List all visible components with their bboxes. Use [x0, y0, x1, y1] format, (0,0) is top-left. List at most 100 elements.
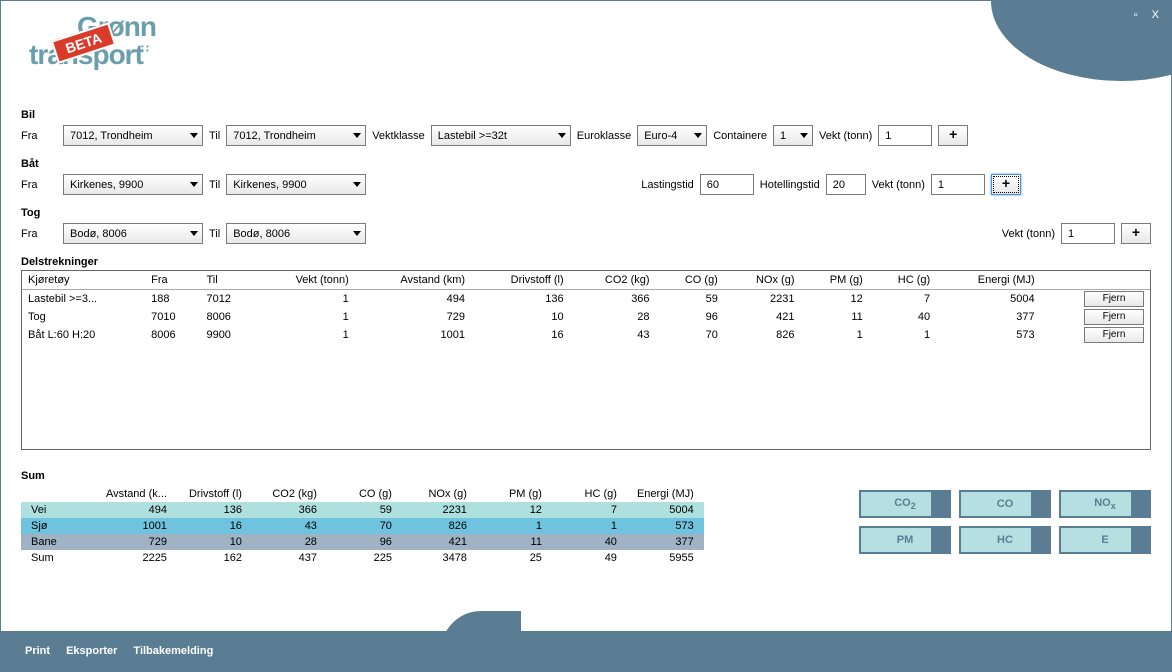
sum-cell: 494 — [96, 502, 177, 518]
bat-row: Fra Kirkenes, 9900 Til Kirkenes, 9900 La… — [21, 174, 1151, 195]
tog-til-select[interactable]: Bodø, 8006 — [226, 223, 366, 244]
close-icon[interactable]: X — [1152, 9, 1159, 21]
emission-button-hc[interactable]: HC — [959, 526, 1051, 554]
app-logo: Grønn transport • •• • BETA — [29, 9, 199, 89]
table-cell: 5004 — [936, 290, 1040, 309]
emission-label: CO — [997, 498, 1014, 510]
sum-cell: 49 — [552, 550, 627, 566]
sum-col-header: CO (g) — [327, 486, 402, 502]
del-col-header[interactable]: NOx (g) — [724, 271, 801, 290]
tog-fra-select[interactable]: Bodø, 8006 — [63, 223, 203, 244]
emission-fill — [1131, 492, 1149, 516]
bat-lastingstid-input[interactable] — [700, 174, 754, 195]
sum-col-header: PM (g) — [477, 486, 552, 502]
del-col-header[interactable] — [1041, 271, 1150, 290]
emission-button-co2[interactable]: CO2 — [859, 490, 951, 518]
sum-row-label: Vei — [21, 502, 96, 518]
table-cell: 729 — [355, 308, 471, 326]
tog-fra-label: Fra — [21, 228, 57, 240]
bil-vekt-input[interactable] — [878, 125, 932, 146]
sum-cell: 377 — [627, 534, 704, 550]
print-button[interactable]: Print — [25, 645, 50, 657]
del-col-header[interactable]: CO (g) — [656, 271, 724, 290]
bat-vekt-input[interactable] — [931, 174, 985, 195]
logo-dots: • •• • — [141, 45, 149, 53]
table-cell: 10 — [471, 308, 570, 326]
sum-cell: 437 — [252, 550, 327, 566]
sum-cell: 225 — [327, 550, 402, 566]
sum-cell: 421 — [402, 534, 477, 550]
del-col-header[interactable]: Vekt (tonn) — [256, 271, 355, 290]
emission-label: E — [1101, 534, 1108, 546]
sum-col-header: Energi (MJ) — [627, 486, 704, 502]
eksporter-button[interactable]: Eksporter — [66, 645, 117, 657]
bil-vektklasse-label: Vektklasse — [372, 130, 425, 142]
table-cell: 2231 — [724, 290, 801, 309]
table-cell: 1 — [256, 290, 355, 309]
bil-containere-select[interactable]: 1 — [773, 125, 813, 146]
sum-cell: 5955 — [627, 550, 704, 566]
fjern-button[interactable]: Fjern — [1084, 327, 1144, 343]
bat-add-button[interactable]: + — [991, 174, 1021, 195]
sum-col-header: CO2 (kg) — [252, 486, 327, 502]
delstrekninger-label: Delstrekninger — [21, 256, 1151, 268]
bat-fra-label: Fra — [21, 179, 57, 191]
table-cell: 96 — [656, 308, 724, 326]
bat-fra-select[interactable]: Kirkenes, 9900 — [63, 174, 203, 195]
table-row[interactable]: Lastebil >=3...1887012149413636659223112… — [22, 290, 1150, 309]
sum-row: Vei4941363665922311275004 — [21, 502, 704, 518]
table-row[interactable]: Tog7010800617291028964211140377Fjern — [22, 308, 1150, 326]
bil-vektklasse-select[interactable]: Lastebil >=32t — [431, 125, 571, 146]
sum-cell: 16 — [177, 518, 252, 534]
del-col-header[interactable]: HC (g) — [869, 271, 936, 290]
bil-euroklasse-select[interactable]: Euro-4 — [637, 125, 707, 146]
del-col-header[interactable]: Energi (MJ) — [936, 271, 1040, 290]
sum-label: Sum — [21, 470, 704, 482]
table-cell: 59 — [656, 290, 724, 309]
sum-cell: 5004 — [627, 502, 704, 518]
del-col-header[interactable]: Drivstoff (l) — [471, 271, 570, 290]
emission-button-e[interactable]: E — [1059, 526, 1151, 554]
table-cell: 494 — [355, 290, 471, 309]
sum-col-header: Drivstoff (l) — [177, 486, 252, 502]
table-cell: 70 — [656, 326, 724, 344]
sum-row-label: Bane — [21, 534, 96, 550]
del-col-header[interactable]: CO2 (kg) — [570, 271, 656, 290]
table-cell: 11 — [800, 308, 868, 326]
bil-til-select[interactable]: 7012, Trondheim — [226, 125, 366, 146]
emission-button-pm[interactable]: PM — [859, 526, 951, 554]
table-cell: 573 — [936, 326, 1040, 344]
bat-til-select[interactable]: Kirkenes, 9900 — [226, 174, 366, 195]
del-col-header[interactable]: Fra — [145, 271, 200, 290]
sum-table: Avstand (k...Drivstoff (l)CO2 (kg)CO (g)… — [21, 486, 704, 566]
fjern-button[interactable]: Fjern — [1084, 291, 1144, 307]
emission-button-co[interactable]: CO — [959, 490, 1051, 518]
table-row[interactable]: Båt L:60 H:20800699001100116437082611573… — [22, 326, 1150, 344]
del-col-header[interactable]: Til — [200, 271, 255, 290]
tog-vekt-input[interactable] — [1061, 223, 1115, 244]
del-col-header[interactable]: Kjøretøy — [22, 271, 145, 290]
bil-row: Fra 7012, Trondheim Til 7012, Trondheim … — [21, 125, 1151, 146]
table-cell: 1 — [800, 326, 868, 344]
emission-label: HC — [997, 534, 1013, 546]
bil-add-button[interactable]: + — [938, 125, 968, 146]
fjern-button[interactable]: Fjern — [1084, 309, 1144, 325]
table-cell: 7012 — [200, 290, 255, 309]
table-cell: Lastebil >=3... — [22, 290, 145, 309]
bil-fra-select[interactable]: 7012, Trondheim — [63, 125, 203, 146]
minimize-icon[interactable]: ▫ — [1134, 9, 1138, 21]
table-cell: 16 — [471, 326, 570, 344]
sum-cell: 1 — [477, 518, 552, 534]
emission-button-nox[interactable]: NOx — [1059, 490, 1151, 518]
tog-add-button[interactable]: + — [1121, 223, 1151, 244]
del-col-header[interactable]: Avstand (km) — [355, 271, 471, 290]
table-cell: 9900 — [200, 326, 255, 344]
sum-cell: 573 — [627, 518, 704, 534]
table-cell: 366 — [570, 290, 656, 309]
bat-hotellingstid-input[interactable] — [826, 174, 866, 195]
tilbakemelding-button[interactable]: Tilbakemelding — [133, 645, 213, 657]
emission-fill — [1031, 528, 1049, 552]
del-col-header[interactable]: PM (g) — [800, 271, 868, 290]
bat-til-label: Til — [209, 179, 220, 191]
section-bat-label: Båt — [21, 158, 1151, 170]
